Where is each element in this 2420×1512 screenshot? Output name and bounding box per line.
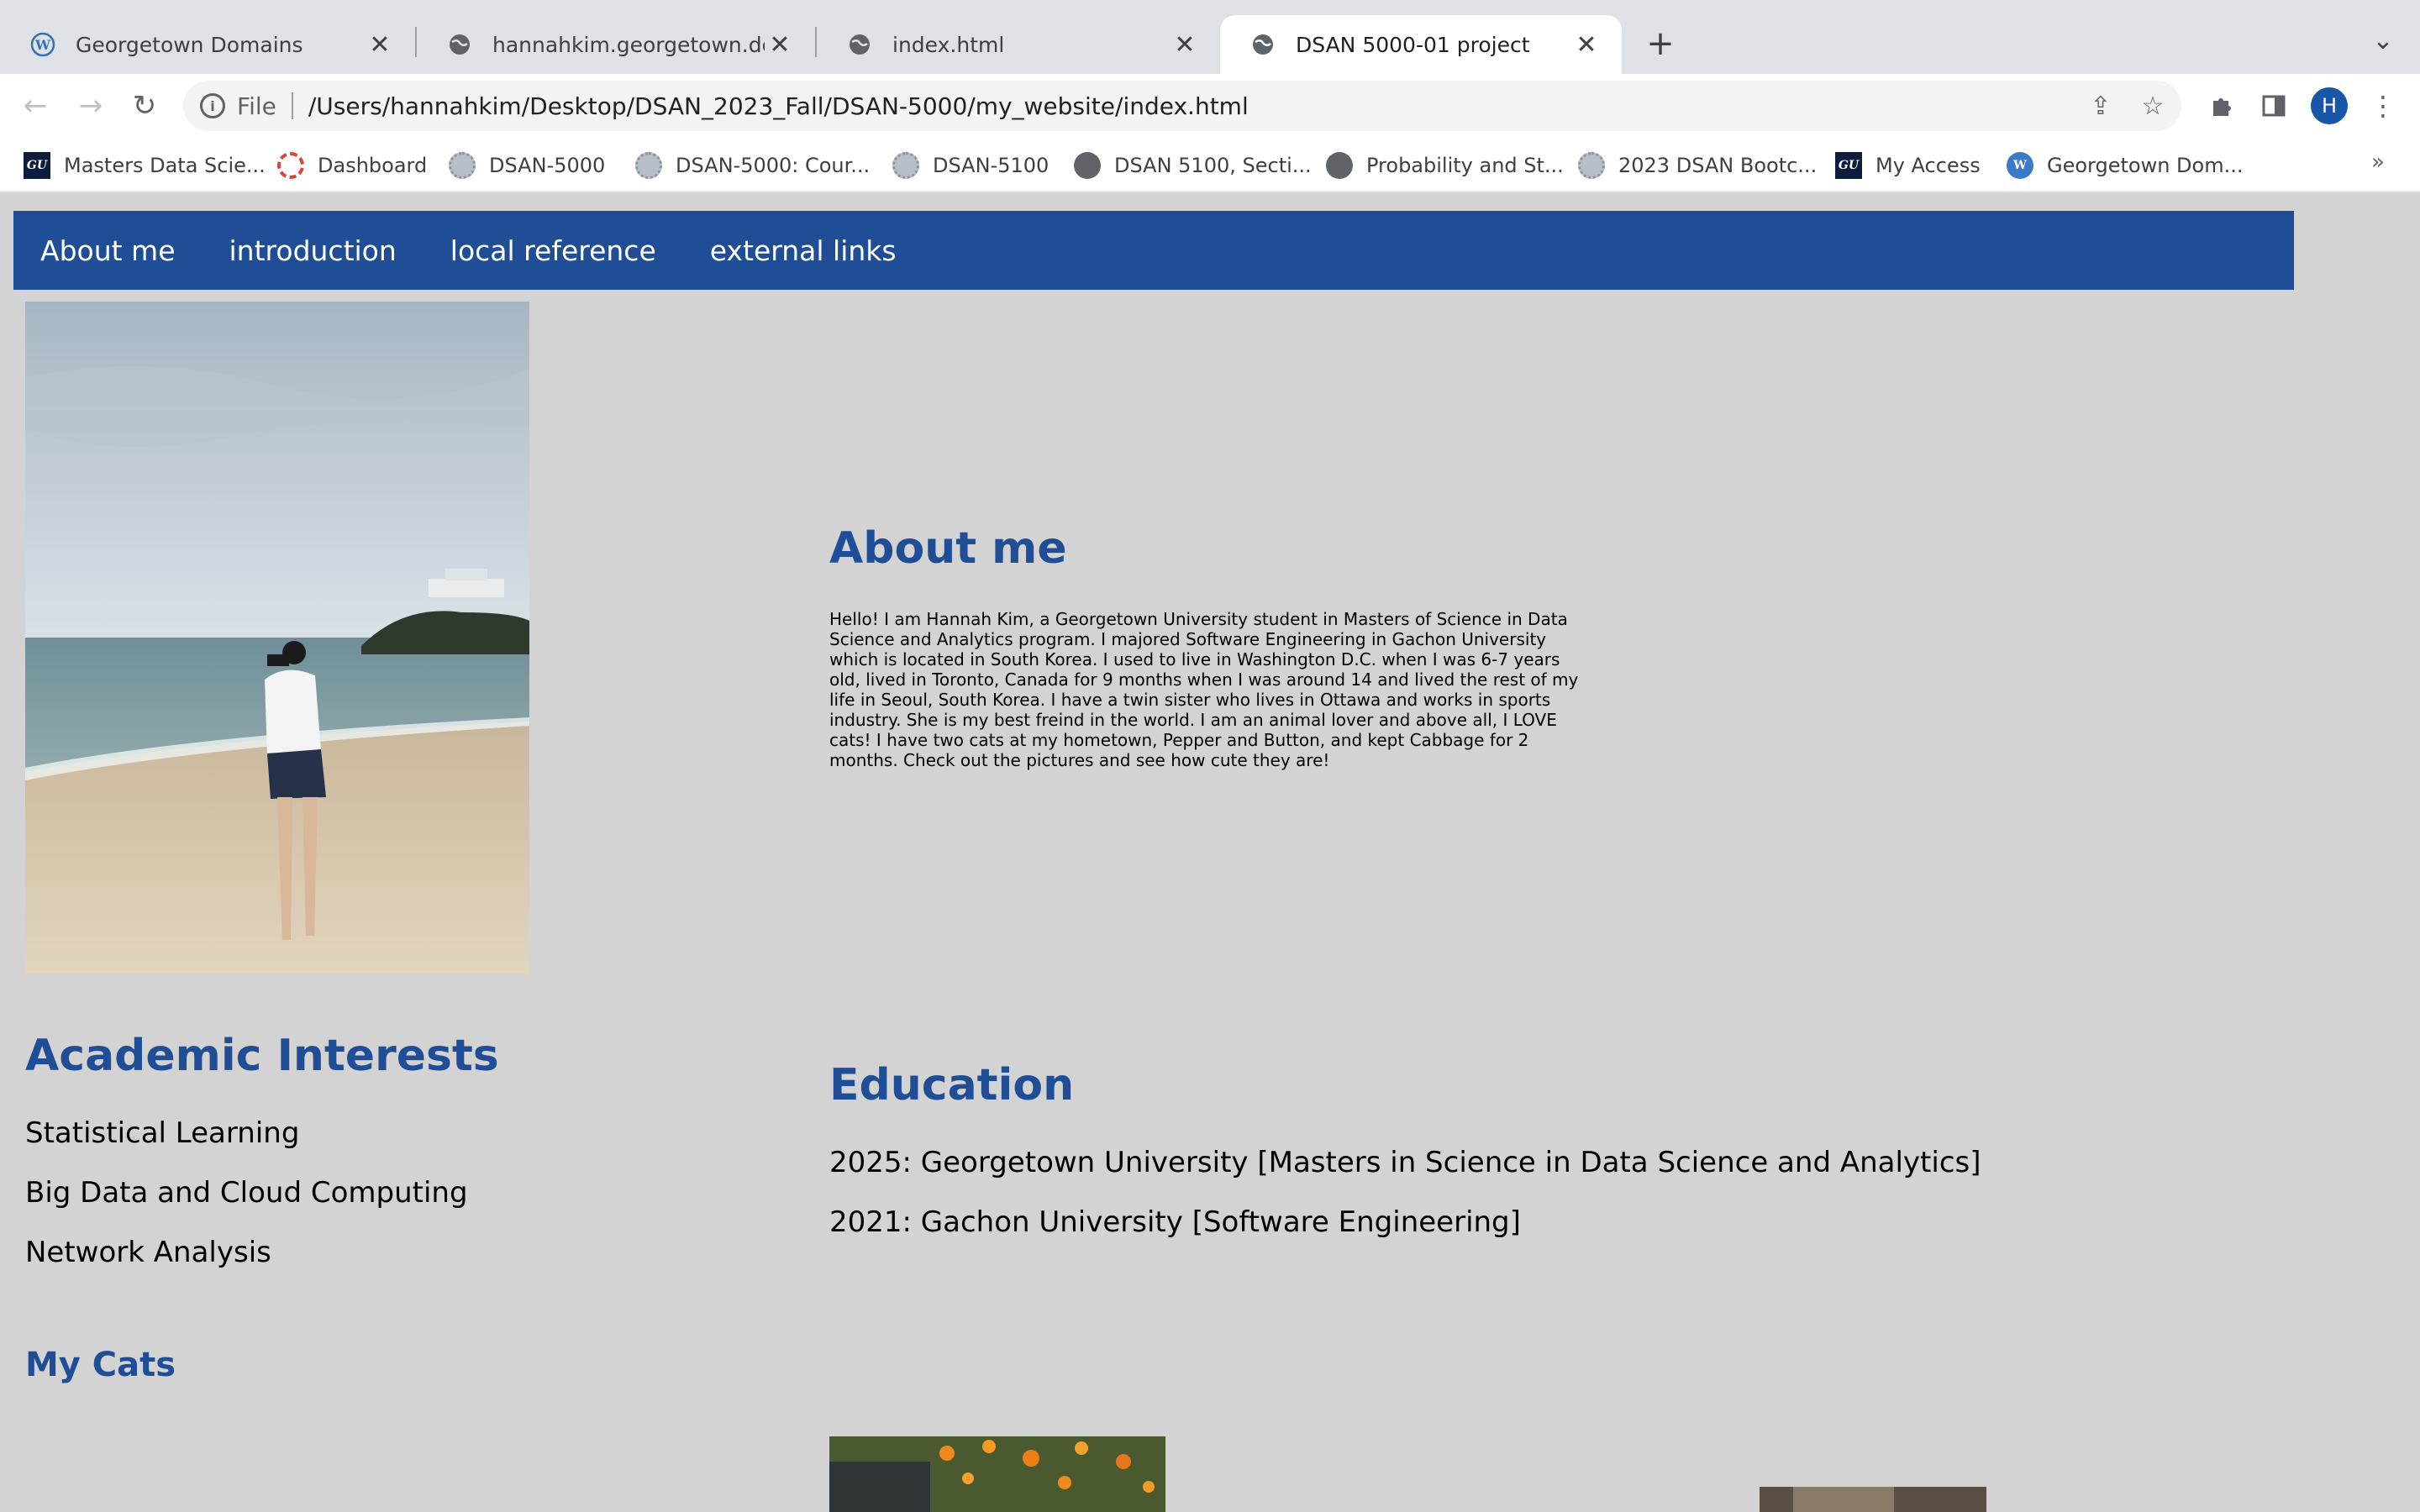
bookmark-masters-data-science[interactable]: GU Masters Data Scie...	[24, 150, 266, 181]
profile-beach-photo	[25, 302, 529, 974]
new-tab-plus-icon[interactable]: +	[1640, 24, 1681, 64]
bookmark-dsan-bootcamp[interactable]: 2023 DSAN Bootc...	[1578, 150, 1817, 181]
tab-title: Georgetown Domains	[76, 32, 303, 57]
bookmark-label: Dashboard	[318, 154, 428, 177]
side-panel-icon[interactable]	[2255, 87, 2292, 124]
nav-link-external-links[interactable]: external links	[710, 234, 897, 267]
bookmark-label: Georgetown Dom...	[2047, 154, 2244, 177]
tab-index-html[interactable]: index.html ✕	[817, 15, 1220, 74]
bookmark-label: Masters Data Scie...	[64, 154, 266, 177]
tab-hannahkim-domain[interactable]: hannahkim.georgetown.domain ✕	[417, 15, 815, 74]
tab-title: DSAN 5000-01 project	[1296, 32, 1530, 57]
browser-toolbar: ← → ↻ i File /Users/hannahkim/Desktop/DS…	[0, 74, 2420, 138]
university-seal-icon	[1578, 152, 1605, 179]
interest-item: Network Analysis	[25, 1236, 271, 1269]
university-seal-icon	[449, 152, 476, 179]
bookmark-label: DSAN-5000: Cour...	[676, 154, 871, 177]
globe-icon	[1253, 34, 1273, 55]
page-content: About me introduction local reference ex…	[0, 194, 2420, 1512]
site-navbar: About me introduction local reference ex…	[13, 211, 2294, 290]
tab-title: hannahkim.georgetown.domain	[492, 32, 765, 57]
bookmark-my-access[interactable]: GU My Access	[1835, 150, 1981, 181]
tab-search-chevron-icon[interactable]: ⌄	[2366, 24, 2400, 57]
bookmark-dsan-5000-course[interactable]: DSAN-5000: Cour...	[635, 150, 870, 181]
globe-icon	[450, 34, 470, 55]
georgetown-gu-icon: GU	[24, 152, 50, 179]
globe-icon	[1074, 152, 1101, 179]
tab-dsan-project[interactable]: DSAN 5000-01 project ✕	[1220, 15, 1622, 74]
university-seal-icon	[892, 152, 919, 179]
address-separator	[291, 92, 293, 119]
address-scheme-label: File	[237, 92, 276, 120]
bookmark-label: DSAN-5100	[933, 154, 1050, 177]
bookmarks-overflow-chevron[interactable]: »	[2371, 150, 2385, 175]
bookmarks-bar: GU Masters Data Scie... Dashboard DSAN-5…	[0, 138, 2420, 193]
bookmark-label: 2023 DSAN Bootc...	[1618, 154, 1818, 177]
bookmark-dashboard[interactable]: Dashboard	[277, 150, 427, 181]
interest-item: Statistical Learning	[25, 1116, 300, 1150]
close-tab-icon[interactable]: ✕	[365, 29, 395, 60]
back-arrow-icon[interactable]: ←	[17, 87, 54, 124]
address-bar[interactable]: i File /Users/hannahkim/Desktop/DSAN_202…	[183, 81, 2181, 131]
education-heading: Education	[829, 1060, 1075, 1110]
address-url[interactable]: /Users/hannahkim/Desktop/DSAN_2023_Fall/…	[308, 92, 1249, 120]
forward-arrow-icon[interactable]: →	[72, 87, 109, 124]
site-info-icon[interactable]: i	[200, 93, 225, 118]
close-tab-icon[interactable]: ✕	[1571, 29, 1602, 60]
georgetown-gu-icon: GU	[1835, 152, 1862, 179]
globe-icon	[1326, 152, 1353, 179]
extensions-puzzle-icon[interactable]	[2203, 87, 2240, 124]
close-tab-icon[interactable]: ✕	[765, 29, 795, 60]
bookmark-label: DSAN-5000	[489, 154, 606, 177]
nav-link-about-me[interactable]: About me	[40, 234, 176, 267]
my-cats-heading: My Cats	[25, 1346, 176, 1384]
interest-item: Big Data and Cloud Computing	[25, 1176, 468, 1210]
university-seal-icon	[635, 152, 662, 179]
education-item: 2025: Georgetown University [Masters in …	[829, 1146, 1981, 1179]
close-tab-icon[interactable]: ✕	[1170, 29, 1200, 60]
bookmark-label: My Access	[1876, 154, 1981, 177]
wordpress-icon: W	[30, 32, 55, 57]
bookmark-georgetown-domains[interactable]: W Georgetown Dom...	[2007, 150, 2243, 181]
bookmark-probability-statistics[interactable]: Probability and St...	[1326, 150, 1564, 181]
cat-photo-flowers	[829, 1436, 1165, 1512]
cat-photo-partial	[1760, 1487, 1986, 1512]
nav-link-local-reference[interactable]: local reference	[450, 234, 656, 267]
tab-strip: W Georgetown Domains ✕ hannahkim.georget…	[0, 0, 2420, 74]
tab-title: index.html	[892, 32, 1005, 57]
bookmark-star-icon[interactable]: ☆	[2138, 91, 2168, 121]
about-me-heading: About me	[829, 523, 1067, 574]
wordpress-icon: W	[2007, 152, 2033, 179]
tab-georgetown-domains[interactable]: W Georgetown Domains ✕	[0, 15, 415, 74]
globe-icon	[850, 34, 870, 55]
reload-icon[interactable]: ↻	[126, 87, 163, 124]
kebab-menu-icon[interactable]: ⋮	[2365, 87, 2402, 124]
canvas-dashboard-icon	[277, 152, 304, 179]
bookmark-dsan-5100[interactable]: DSAN-5100	[892, 150, 1049, 181]
education-item: 2021: Gachon University [Software Engine…	[829, 1205, 1521, 1239]
bookmark-label: DSAN 5100, Secti...	[1114, 154, 1312, 177]
about-me-paragraph: Hello! I am Hannah Kim, a Georgetown Uni…	[829, 609, 1579, 770]
bookmark-dsan-5000[interactable]: DSAN-5000	[449, 150, 605, 181]
academic-interests-heading: Academic Interests	[25, 1031, 499, 1081]
share-icon[interactable]: ⇪	[2086, 91, 2116, 121]
svg-text:W: W	[34, 37, 51, 53]
bookmark-label: Probability and St...	[1366, 154, 1564, 177]
profile-avatar[interactable]: H	[2311, 87, 2348, 124]
nav-link-introduction[interactable]: introduction	[229, 234, 397, 267]
bookmark-dsan-5100-section[interactable]: DSAN 5100, Secti...	[1074, 150, 1312, 181]
